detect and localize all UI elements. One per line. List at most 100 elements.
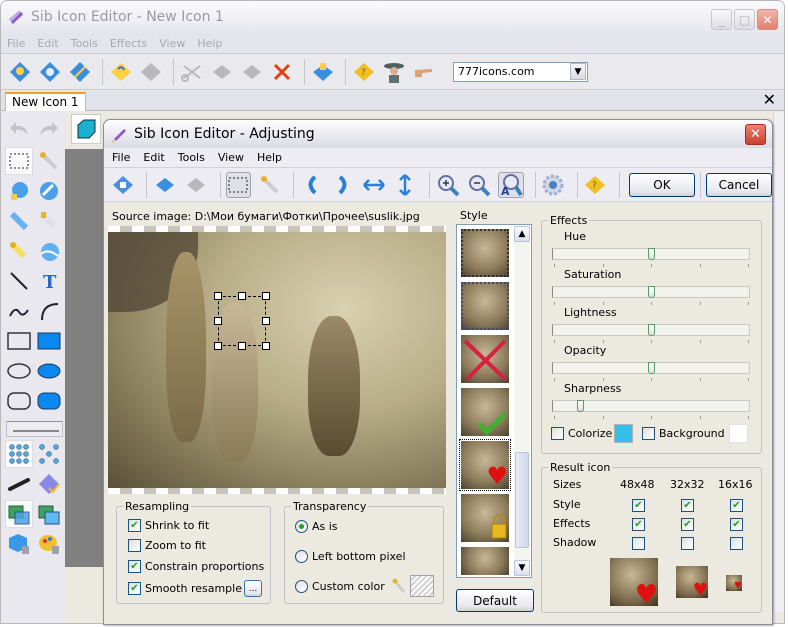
dialog-copy-button[interactable] bbox=[152, 172, 177, 198]
cut-button[interactable] bbox=[179, 59, 205, 85]
flip-vertical-button[interactable] bbox=[393, 172, 418, 198]
slider-knob[interactable] bbox=[577, 400, 584, 412]
rotate-left-button[interactable] bbox=[299, 172, 324, 198]
arc-tool[interactable] bbox=[35, 297, 63, 325]
colorize-color-swatch[interactable] bbox=[614, 424, 633, 443]
slider-knob[interactable] bbox=[648, 362, 655, 374]
dialog-menu-edit[interactable]: Edit bbox=[143, 151, 164, 164]
resize-handle[interactable] bbox=[214, 317, 222, 325]
delete-button[interactable] bbox=[269, 59, 295, 85]
menu-view[interactable]: View bbox=[159, 37, 185, 50]
effect-slider[interactable] bbox=[552, 400, 750, 412]
spray-tool[interactable] bbox=[5, 237, 33, 265]
dialog-menu-file[interactable]: File bbox=[112, 151, 130, 164]
custom-color-radio[interactable]: Custom color bbox=[295, 580, 385, 593]
dialog-eyedropper-tool[interactable] bbox=[257, 172, 282, 198]
paint-drop-tool[interactable] bbox=[35, 237, 63, 265]
grid-dots-tool[interactable] bbox=[5, 440, 33, 468]
style-item-lock[interactable] bbox=[461, 494, 509, 542]
effect-slider[interactable] bbox=[552, 248, 750, 260]
export-button[interactable] bbox=[310, 59, 336, 85]
menu-tools[interactable]: Tools bbox=[71, 37, 98, 50]
result-checkbox[interactable]: ✔ bbox=[681, 499, 694, 512]
cowboy-button[interactable] bbox=[381, 59, 407, 85]
dialog-close-button[interactable]: ✕ bbox=[745, 124, 766, 145]
apply-effect-tool[interactable] bbox=[35, 470, 63, 498]
dialog-menu-help[interactable]: Help bbox=[257, 151, 282, 164]
filled-rounded-rect-tool[interactable] bbox=[35, 387, 63, 415]
dialog-menu-view[interactable]: View bbox=[218, 151, 244, 164]
resize-handle[interactable] bbox=[214, 342, 222, 350]
palette-locked-tool[interactable] bbox=[35, 530, 63, 558]
new-magic-button[interactable] bbox=[67, 59, 93, 85]
style-item-red-cross[interactable] bbox=[461, 335, 509, 383]
dialog-save-button[interactable] bbox=[110, 172, 135, 198]
menu-file[interactable]: File bbox=[7, 37, 25, 50]
left-bottom-pixel-radio[interactable]: Left bottom pixel bbox=[295, 550, 406, 563]
background-checkbox[interactable]: Background bbox=[642, 427, 725, 440]
background-color-swatch[interactable] bbox=[729, 424, 748, 443]
dialog-menu-tools[interactable]: Tools bbox=[178, 151, 205, 164]
curve-tool[interactable] bbox=[5, 297, 33, 325]
result-checkbox[interactable]: ✔ bbox=[730, 499, 743, 512]
save-button[interactable] bbox=[138, 59, 164, 85]
as-is-radio[interactable]: As is bbox=[295, 520, 338, 533]
maximize-button[interactable]: □ bbox=[734, 9, 755, 30]
result-checkbox[interactable]: ✔ bbox=[632, 518, 645, 531]
filled-rectangle-tool[interactable] bbox=[35, 327, 63, 355]
zoom-out-button[interactable] bbox=[466, 172, 491, 198]
ellipse-tool[interactable] bbox=[5, 357, 33, 385]
slider-knob[interactable] bbox=[648, 248, 655, 260]
airbrush-tool[interactable] bbox=[5, 470, 33, 498]
scroll-down-button[interactable]: ▼ bbox=[514, 560, 530, 576]
default-button[interactable]: Default bbox=[456, 589, 534, 612]
menu-help[interactable]: Help bbox=[197, 37, 222, 50]
scroll-up-button[interactable]: ▲ bbox=[514, 226, 530, 242]
text-tool[interactable]: T bbox=[35, 267, 63, 295]
pick-color-button[interactable] bbox=[391, 577, 407, 598]
resize-handle[interactable] bbox=[238, 342, 246, 350]
result-checkbox[interactable] bbox=[632, 537, 645, 550]
rotate-right-button[interactable] bbox=[330, 172, 355, 198]
open-button[interactable] bbox=[108, 59, 134, 85]
tab-new-icon-1[interactable]: New Icon 1 bbox=[5, 92, 86, 111]
style-item-green-check[interactable] bbox=[461, 388, 509, 436]
redo-button[interactable] bbox=[35, 114, 63, 142]
tab-close-icon[interactable]: ✕ bbox=[763, 91, 776, 109]
style-item-plain[interactable] bbox=[461, 547, 509, 575]
undo-button[interactable] bbox=[5, 114, 33, 142]
cancel-button[interactable]: Cancel bbox=[705, 172, 772, 197]
menu-edit[interactable]: Edit bbox=[37, 37, 58, 50]
smooth-resample-checkbox[interactable]: ✔ Smooth resample bbox=[128, 582, 242, 595]
scroll-thumb[interactable] bbox=[515, 452, 529, 548]
rect-select-tool[interactable] bbox=[5, 147, 33, 175]
effect-slider[interactable] bbox=[552, 362, 750, 374]
pencil-tool[interactable] bbox=[5, 207, 33, 235]
style-item-dotted-border[interactable] bbox=[461, 282, 509, 330]
eraser-tool[interactable] bbox=[35, 177, 63, 205]
result-checkbox[interactable]: ✔ bbox=[730, 518, 743, 531]
resample-options-button[interactable]: ... bbox=[244, 580, 262, 597]
close-button[interactable]: ✕ bbox=[757, 9, 778, 30]
effect-slider[interactable] bbox=[552, 286, 750, 298]
rectangle-tool[interactable] bbox=[5, 327, 33, 355]
resize-handle[interactable] bbox=[262, 292, 270, 300]
menu-effects[interactable]: Effects bbox=[110, 37, 147, 50]
source-image-preview[interactable] bbox=[108, 226, 446, 494]
slider-knob[interactable] bbox=[648, 286, 655, 298]
link-button[interactable] bbox=[411, 59, 437, 85]
fill-tool[interactable] bbox=[5, 177, 33, 205]
custom-color-swatch[interactable] bbox=[410, 575, 434, 597]
result-checkbox[interactable] bbox=[681, 537, 694, 550]
copy-button[interactable] bbox=[209, 59, 235, 85]
new-icon-button[interactable] bbox=[7, 59, 33, 85]
crop-selection[interactable] bbox=[218, 296, 266, 346]
layer-overlap-tool[interactable] bbox=[5, 500, 33, 528]
zoom-in-button[interactable] bbox=[435, 172, 460, 198]
resize-handle[interactable] bbox=[214, 292, 222, 300]
dialog-select-tool[interactable] bbox=[225, 171, 251, 198]
result-checkbox[interactable]: ✔ bbox=[681, 518, 694, 531]
brush-tool[interactable] bbox=[35, 207, 63, 235]
zoom-to-fit-checkbox[interactable]: Zoom to fit bbox=[128, 539, 206, 552]
result-checkbox[interactable]: ✔ bbox=[632, 499, 645, 512]
